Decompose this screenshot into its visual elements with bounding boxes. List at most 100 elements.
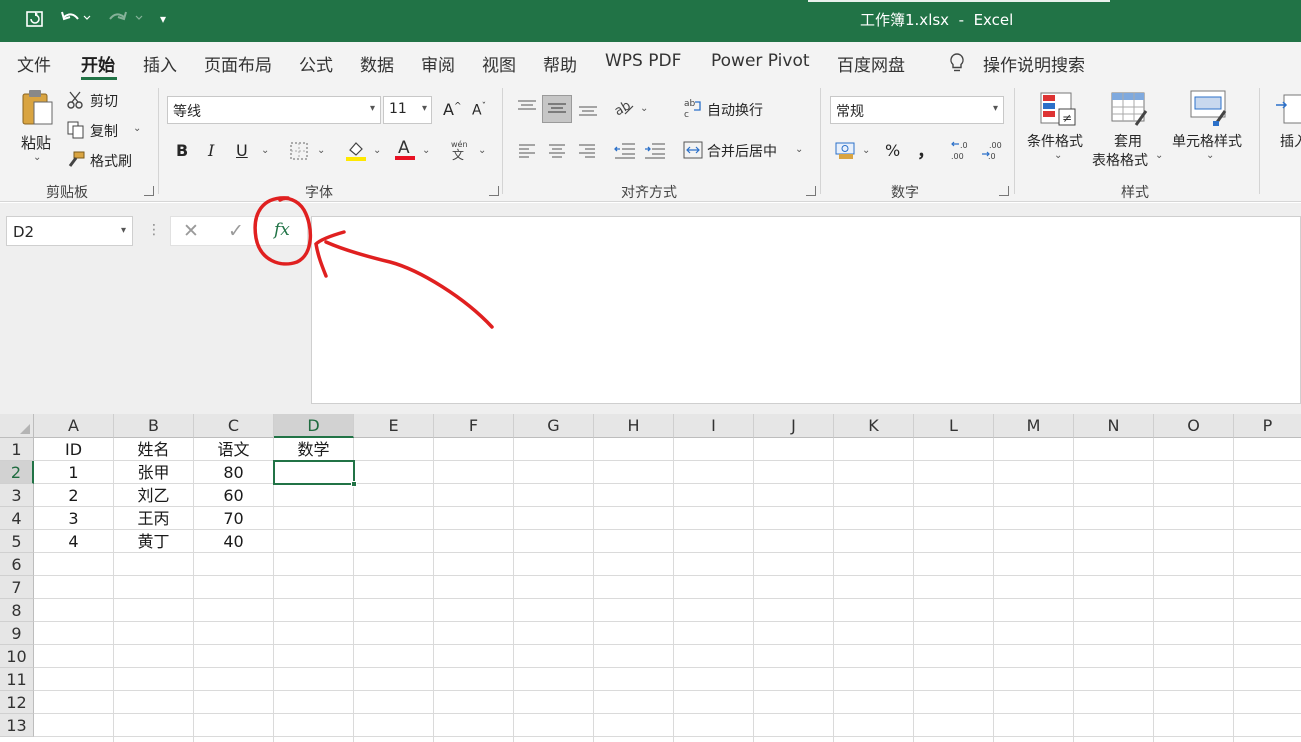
column-header-i[interactable]: I (674, 414, 754, 438)
align-bottom-icon[interactable] (578, 100, 598, 122)
bold-button[interactable]: B (176, 141, 188, 160)
column-header-l[interactable]: L (914, 414, 994, 438)
conditional-formatting-icon[interactable]: ≠ (1039, 91, 1077, 131)
wrap-text-button[interactable]: 自动换行 (707, 100, 763, 120)
confirm-entry-icon[interactable]: ✓ (228, 220, 244, 242)
row-header-8[interactable]: 8 (0, 599, 34, 622)
font-size-select[interactable]: 11 ▾ (383, 96, 432, 124)
align-middle-icon[interactable] (542, 95, 572, 123)
cell-styles-button[interactable]: 单元格样式 (1172, 131, 1242, 151)
cell-c1[interactable]: 语文 (194, 438, 274, 461)
row-header-5[interactable]: 5 (0, 530, 34, 553)
wrap-text-icon[interactable]: ab c (683, 97, 703, 123)
copy-icon[interactable] (67, 121, 85, 143)
increase-indent-icon[interactable] (644, 141, 666, 165)
cell-a1[interactable]: ID (34, 438, 114, 461)
format-painter-button[interactable]: 格式刷 (90, 151, 132, 171)
select-all-corner[interactable] (0, 414, 34, 438)
conditional-dropdown-icon[interactable]: ⌄ (1054, 150, 1062, 161)
column-header-c[interactable]: C (194, 414, 274, 438)
tab-view[interactable]: 视图 (482, 51, 516, 76)
text-orientation-icon[interactable]: ab (612, 98, 635, 122)
copy-dropdown-icon[interactable]: ⌄ (133, 123, 141, 134)
row-header-12[interactable]: 12 (0, 691, 34, 714)
cell-b4[interactable]: 王丙 (114, 507, 194, 530)
format-as-table-label-1[interactable]: 套用 (1114, 131, 1142, 151)
column-header-k[interactable]: K (834, 414, 914, 438)
italic-button[interactable]: I (208, 141, 214, 160)
increase-font-size-icon[interactable]: A^ (443, 100, 462, 119)
merge-dropdown-icon[interactable]: ⌄ (795, 144, 803, 155)
tab-review[interactable]: 审阅 (421, 51, 455, 76)
row-header-9[interactable]: 9 (0, 622, 34, 645)
insert-cells-button[interactable]: 插入 (1280, 131, 1301, 151)
cell-styles-icon[interactable] (1189, 89, 1229, 131)
cell-d1[interactable]: 数学 (274, 438, 354, 461)
row-header-2[interactable]: 2 (0, 461, 34, 484)
scissors-icon[interactable] (67, 91, 85, 113)
cell-c2[interactable]: 80 (194, 461, 274, 484)
insert-cells-icon[interactable] (1274, 91, 1301, 131)
conditional-formatting-button[interactable]: 条件格式 (1027, 131, 1083, 151)
grip-icon[interactable]: ⋮ (147, 222, 161, 238)
borders-dropdown-icon[interactable]: ⌄ (317, 145, 325, 156)
paste-icon[interactable] (20, 88, 56, 132)
underline-button[interactable]: U (236, 141, 248, 160)
comma-style-button[interactable]: ， (917, 137, 935, 163)
column-header-g[interactable]: G (514, 414, 594, 438)
align-center-icon[interactable] (548, 143, 566, 163)
tab-formulas[interactable]: 公式 (299, 51, 333, 76)
tab-file[interactable]: 文件 (17, 51, 51, 76)
column-header-h[interactable]: H (594, 414, 674, 438)
format-painter-icon[interactable] (67, 151, 85, 173)
decrease-font-size-icon[interactable]: Aˇ (472, 102, 486, 119)
align-top-icon[interactable] (517, 98, 537, 120)
phonetic-dropdown-icon[interactable]: ⌄ (478, 145, 486, 156)
row-header-11[interactable]: 11 (0, 668, 34, 691)
column-header-b[interactable]: B (114, 414, 194, 438)
format-as-table-icon[interactable] (1110, 91, 1150, 131)
accounting-format-icon[interactable] (834, 139, 858, 165)
merge-center-icon[interactable] (683, 140, 703, 164)
active-cell-d2[interactable] (273, 460, 355, 485)
cell-a3[interactable]: 2 (34, 484, 114, 507)
column-header-j[interactable]: J (754, 414, 834, 438)
table-format-dropdown-icon[interactable]: ⌄ (1155, 150, 1163, 161)
decrease-decimal-icon[interactable]: .00.0 (980, 140, 1004, 166)
cell-c3[interactable]: 60 (194, 484, 274, 507)
fill-handle[interactable] (351, 481, 357, 487)
paste-dropdown-icon[interactable]: ⌄ (33, 152, 41, 163)
align-left-icon[interactable] (518, 143, 536, 163)
column-header-e[interactable]: E (354, 414, 434, 438)
fill-color-dropdown-icon[interactable]: ⌄ (373, 145, 381, 156)
tab-baidu-netdisk[interactable]: 百度网盘 (837, 51, 905, 76)
cell-c5[interactable]: 40 (194, 530, 274, 553)
column-header-o[interactable]: O (1154, 414, 1234, 438)
cell-b5[interactable]: 黄丁 (114, 530, 194, 553)
tab-wps-pdf[interactable]: WPS PDF (605, 51, 681, 71)
row-header-3[interactable]: 3 (0, 484, 34, 507)
name-box[interactable]: D2 ▾ (6, 216, 133, 246)
accounting-dropdown-icon[interactable]: ⌄ (862, 145, 870, 156)
paste-button[interactable]: 粘贴 (21, 132, 51, 153)
underline-dropdown-icon[interactable]: ⌄ (261, 145, 269, 156)
font-color-dropdown-icon[interactable]: ⌄ (422, 145, 430, 156)
number-format-select[interactable]: 常规 ▾ (830, 96, 1004, 124)
cell-a4[interactable]: 3 (34, 507, 114, 530)
column-header-f[interactable]: F (434, 414, 514, 438)
fill-color-icon[interactable] (345, 139, 367, 165)
column-header-n[interactable]: N (1074, 414, 1154, 438)
cell-a5[interactable]: 4 (34, 530, 114, 553)
column-header-p[interactable]: P (1234, 414, 1301, 438)
cut-button[interactable]: 剪切 (90, 91, 118, 111)
customize-quick-access-icon[interactable]: ▾ (160, 12, 166, 26)
cell-b3[interactable]: 刘乙 (114, 484, 194, 507)
redo-icon[interactable] (106, 9, 146, 32)
decrease-indent-icon[interactable] (614, 141, 636, 165)
tab-insert[interactable]: 插入 (143, 51, 177, 76)
cell-b2[interactable]: 张甲 (114, 461, 194, 484)
column-header-a[interactable]: A (34, 414, 114, 438)
borders-icon[interactable] (290, 142, 308, 164)
font-name-select[interactable]: 等线 ▾ (167, 96, 381, 124)
clipboard-launcher-icon[interactable]: . (144, 186, 154, 196)
